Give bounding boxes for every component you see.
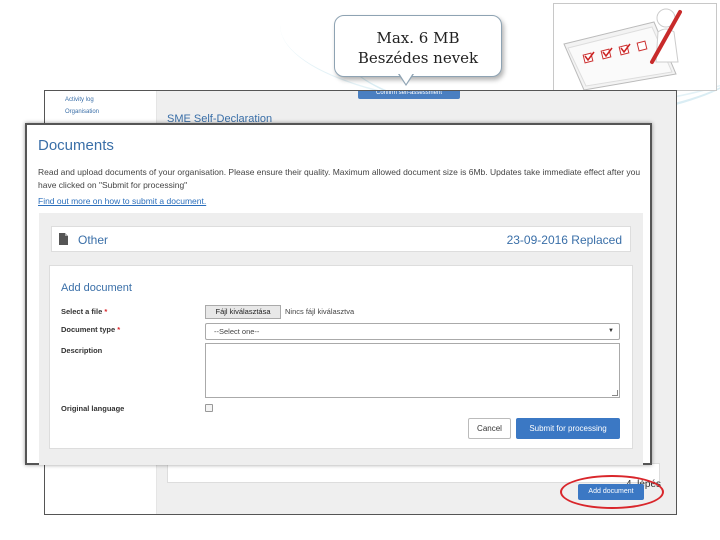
no-file-selected-text: Nincs fájl kiválasztva	[285, 307, 355, 316]
checklist-illustration-icon	[563, 8, 682, 90]
documents-panel: Other 23-09-2016 Replaced Add document S…	[39, 213, 643, 465]
add-document-form: Add document Select a file * Fájl kivála…	[49, 265, 633, 449]
document-date-status: 23-09-2016 Replaced	[506, 233, 622, 247]
callout-line-2: Beszédes nevek	[357, 49, 479, 67]
submit-for-processing-button[interactable]: Submit for processing	[516, 418, 620, 439]
checklist-person-illustration	[553, 3, 717, 91]
callout-bubble: Max. 6 MB Beszédes nevek	[334, 15, 502, 77]
add-document-title: Add document	[61, 282, 132, 294]
description-textarea[interactable]	[205, 343, 620, 398]
select-file-label-text: Select a file	[61, 307, 103, 316]
select-file-label: Select a file *	[61, 307, 107, 316]
document-name: Other	[78, 233, 109, 247]
document-type-label: Document type *	[61, 325, 120, 334]
callout-tail	[398, 73, 414, 86]
required-marker: *	[117, 325, 121, 334]
cancel-button[interactable]: Cancel	[468, 418, 511, 439]
modal-description: Read and upload documents of your organi…	[38, 167, 641, 190]
sidebar-item-activity-log[interactable]: Activity log	[65, 97, 156, 103]
highlight-oval	[560, 475, 664, 509]
document-type-value: --Select one--	[214, 327, 260, 336]
modal-title: Documents	[38, 137, 114, 154]
document-type-label-text: Document type	[61, 325, 116, 334]
document-item-header[interactable]: Other 23-09-2016 Replaced	[51, 226, 631, 252]
help-link[interactable]: Find out more on how to submit a documen…	[38, 196, 206, 206]
document-type-select[interactable]: --Select one-- ▼	[205, 323, 620, 340]
file-icon	[59, 233, 68, 245]
resize-handle-icon[interactable]	[612, 390, 618, 396]
original-language-label: Original language	[61, 404, 125, 413]
callout-line-1: Max. 6 MB	[376, 29, 460, 47]
original-language-checkbox[interactable]	[205, 404, 213, 412]
sidebar-item-organisation[interactable]: Organisation	[65, 109, 156, 115]
description-label: Description	[61, 346, 103, 355]
required-marker: *	[104, 307, 108, 316]
choose-file-button[interactable]: Fájl kiválasztása	[205, 305, 281, 319]
documents-modal: Documents Read and upload documents of y…	[25, 123, 652, 465]
chevron-down-icon: ▼	[608, 328, 614, 334]
confirm-self-assessment-button[interactable]: Confirm self-assessment	[358, 91, 460, 99]
